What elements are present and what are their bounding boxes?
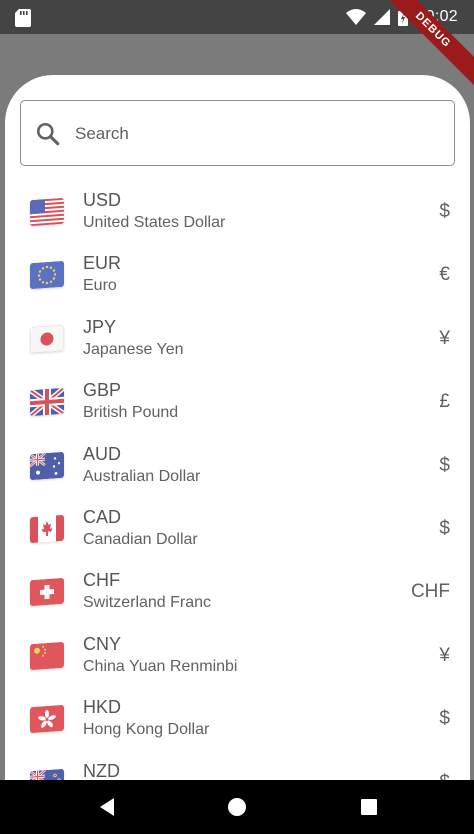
currency-code: USD	[83, 190, 122, 210]
wifi-icon	[346, 9, 367, 25]
currency-symbol: ¥	[439, 327, 450, 349]
flag-new-zealand-icon	[30, 768, 64, 780]
currency-item-eur[interactable]: EUR Euro €	[5, 241, 470, 304]
currency-name: Australian Dollar	[83, 467, 201, 485]
currency-name: British Pound	[83, 404, 179, 422]
currency-code: NZD	[83, 760, 120, 780]
currency-item-chf[interactable]: CHF Switzerland Franc CHF	[5, 558, 470, 621]
currency-code: CNY	[83, 633, 122, 654]
navigation-bar	[0, 780, 474, 834]
cell-signal-icon	[374, 9, 391, 25]
currency-list: USD United States Dollar $ EUR Euro € JP…	[5, 178, 470, 780]
flag-usa-icon	[30, 197, 64, 227]
recents-icon[interactable]	[359, 797, 379, 817]
currency-name: Japanese Yen	[83, 340, 184, 358]
flag-switzerland-icon	[30, 578, 64, 607]
flag-australia-icon	[30, 451, 64, 480]
currency-name: United States Dollar	[83, 214, 226, 231]
sd-card-icon	[15, 9, 31, 27]
currency-code: EUR	[83, 253, 122, 274]
currency-item-usd[interactable]: USD United States Dollar $	[5, 178, 470, 241]
search-field[interactable]	[20, 100, 455, 166]
back-icon[interactable]	[97, 797, 117, 817]
currency-name: China Yuan Renminbi	[83, 657, 238, 675]
flag-uk-icon	[30, 387, 64, 417]
currency-item-gbp[interactable]: GBP British Pound £	[5, 368, 470, 431]
currency-picker-sheet: USD United States Dollar $ EUR Euro €	[5, 75, 470, 780]
currency-symbol: $	[439, 201, 450, 222]
currency-item-jpy[interactable]: JPY Japanese Yen ¥	[5, 305, 470, 368]
currency-name: Switzerland Franc	[83, 594, 212, 612]
currency-symbol: $	[439, 454, 450, 476]
currency-code: AUD	[83, 443, 122, 464]
search-icon	[36, 122, 60, 146]
currency-name: Euro	[83, 277, 117, 295]
search-input[interactable]	[75, 119, 435, 149]
flag-eu-icon	[30, 261, 64, 290]
currency-code: CHF	[83, 570, 120, 591]
currency-item-aud[interactable]: AUD Australian Dollar $	[5, 432, 470, 495]
currency-name: Canadian Dollar	[83, 530, 198, 548]
currency-code: CAD	[83, 506, 122, 527]
flag-china-icon	[30, 641, 64, 670]
currency-symbol: CHF	[410, 581, 450, 603]
currency-item-cny[interactable]: CNY China Yuan Renminbi ¥	[5, 622, 470, 685]
flag-japan-icon	[30, 324, 64, 353]
currency-symbol: ¥	[439, 644, 450, 666]
home-icon[interactable]	[227, 797, 247, 817]
currency-symbol: $	[439, 517, 450, 539]
flag-canada-icon	[30, 514, 64, 544]
currency-code: JPY	[83, 316, 117, 337]
currency-name: Hong Kong Dollar	[83, 721, 210, 739]
currency-symbol: €	[439, 264, 450, 286]
currency-item-nzd[interactable]: NZD $	[5, 749, 470, 780]
currency-item-hkd[interactable]: HKD Hong Kong Dollar $	[5, 685, 470, 748]
currency-symbol: $	[439, 772, 450, 780]
currency-symbol: $	[439, 708, 450, 730]
currency-symbol: £	[439, 391, 450, 413]
currency-code: GBP	[83, 380, 122, 401]
currency-code: HKD	[83, 697, 122, 718]
flag-hong-kong-icon	[30, 704, 64, 734]
currency-item-cad[interactable]: CAD Canadian Dollar $	[5, 495, 470, 558]
